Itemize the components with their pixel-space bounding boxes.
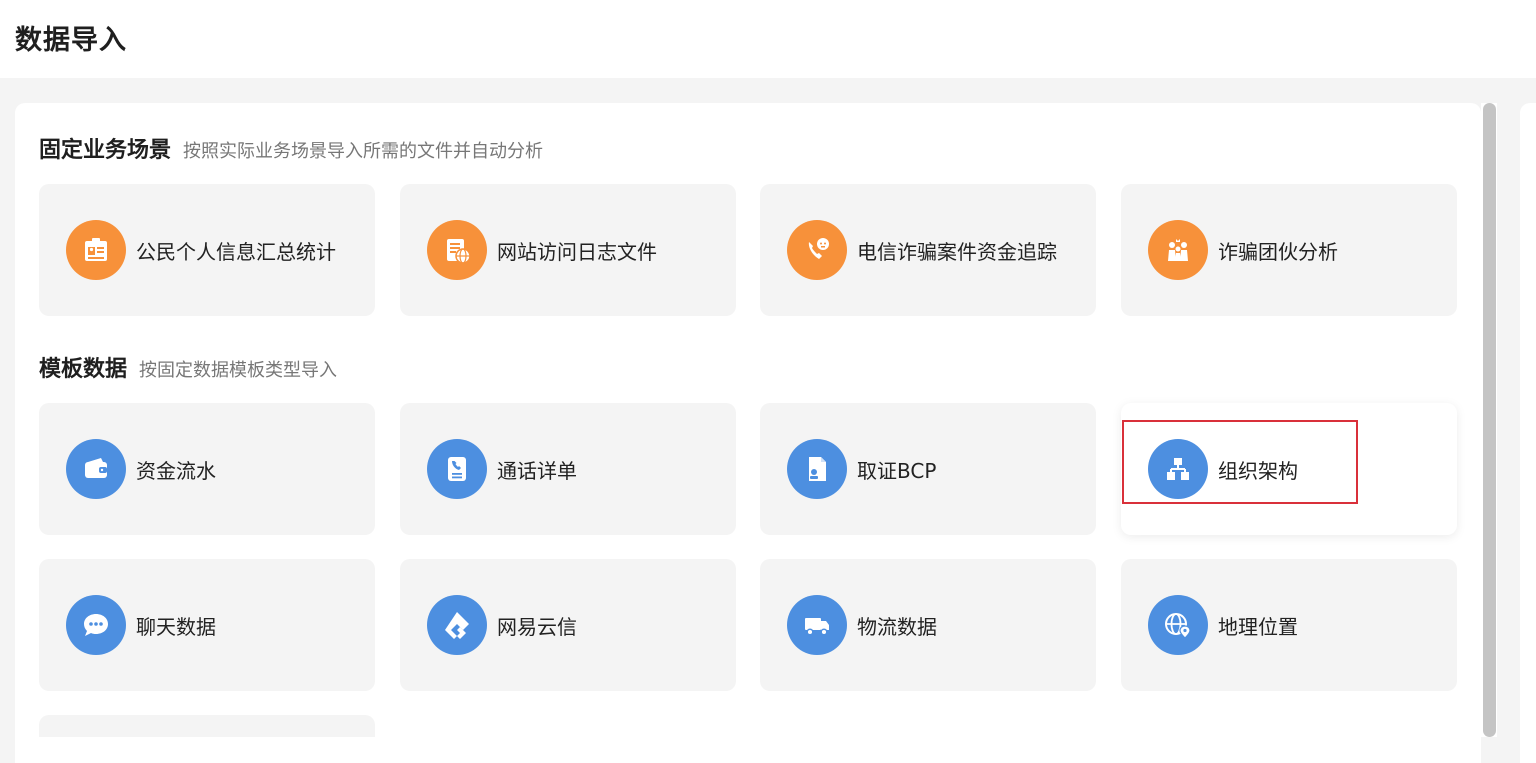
- section-title: 固定业务场景: [39, 138, 172, 163]
- card-forensic-bcp[interactable]: 取证BCP: [760, 403, 1096, 535]
- card-label: 取证BCP: [857, 458, 937, 483]
- card-label: 网站访问日志文件: [497, 239, 657, 264]
- page-title: 数据导入: [15, 25, 127, 56]
- card-label: 通话详单: [497, 458, 577, 483]
- top-bar: 数据导入: [0, 0, 1536, 78]
- card-label: 公民个人信息汇总统计: [136, 239, 336, 264]
- card-partial[interactable]: [39, 715, 375, 737]
- card-label: 资金流水: [136, 458, 216, 483]
- card-citizen-info[interactable]: 公民个人信息汇总统计: [39, 184, 375, 316]
- chat-bubble-icon: [66, 595, 126, 655]
- globe-location-icon: [1148, 595, 1208, 655]
- phone-fraud-icon: [787, 220, 847, 280]
- card-netease-yunxin[interactable]: 网易云信: [400, 559, 736, 691]
- card-web-log[interactable]: 网站访问日志文件: [400, 184, 736, 316]
- card-telecom-fraud[interactable]: 电信诈骗案件资金追踪: [760, 184, 1096, 316]
- card-label: 地理位置: [1218, 614, 1298, 639]
- netease-yunxin-icon: [427, 595, 487, 655]
- card-label: 电信诈骗案件资金追踪: [857, 239, 1057, 264]
- card-logistics[interactable]: 物流数据: [760, 559, 1096, 691]
- scrollbar-thumb[interactable]: [1483, 103, 1496, 737]
- section-description: 按固定数据模板类型导入: [139, 360, 338, 381]
- card-chat-data[interactable]: 聊天数据: [39, 559, 375, 691]
- right-panel: [1520, 103, 1536, 763]
- section-description: 按照实际业务场景导入所需的文件并自动分析: [183, 141, 544, 162]
- call-record-icon: [427, 439, 487, 499]
- org-chart-icon: [1148, 439, 1208, 499]
- section-header-fixed: 固定业务场景 按照实际业务场景导入所需的文件并自动分析: [39, 132, 543, 164]
- bcp-file-icon: [787, 439, 847, 499]
- card-org-structure[interactable]: 组织架构: [1121, 403, 1457, 535]
- card-label: 诈骗团伙分析: [1218, 239, 1338, 264]
- card-call-record[interactable]: 通话详单: [400, 403, 736, 535]
- gang-people-icon: [1148, 220, 1208, 280]
- card-fund-flow[interactable]: 资金流水: [39, 403, 375, 535]
- card-label: 组织架构: [1218, 458, 1298, 483]
- card-geo-location[interactable]: 地理位置: [1121, 559, 1457, 691]
- section-header-template: 模板数据 按固定数据模板类型导入: [39, 351, 337, 383]
- card-label: 网易云信: [497, 614, 577, 639]
- id-card-icon: [66, 220, 126, 280]
- truck-icon: [787, 595, 847, 655]
- section-title: 模板数据: [39, 357, 128, 382]
- card-fraud-gang[interactable]: 诈骗团伙分析: [1121, 184, 1457, 316]
- wallet-icon: [66, 439, 126, 499]
- card-label: 物流数据: [857, 614, 937, 639]
- web-log-icon: [427, 220, 487, 280]
- card-label: 聊天数据: [136, 614, 216, 639]
